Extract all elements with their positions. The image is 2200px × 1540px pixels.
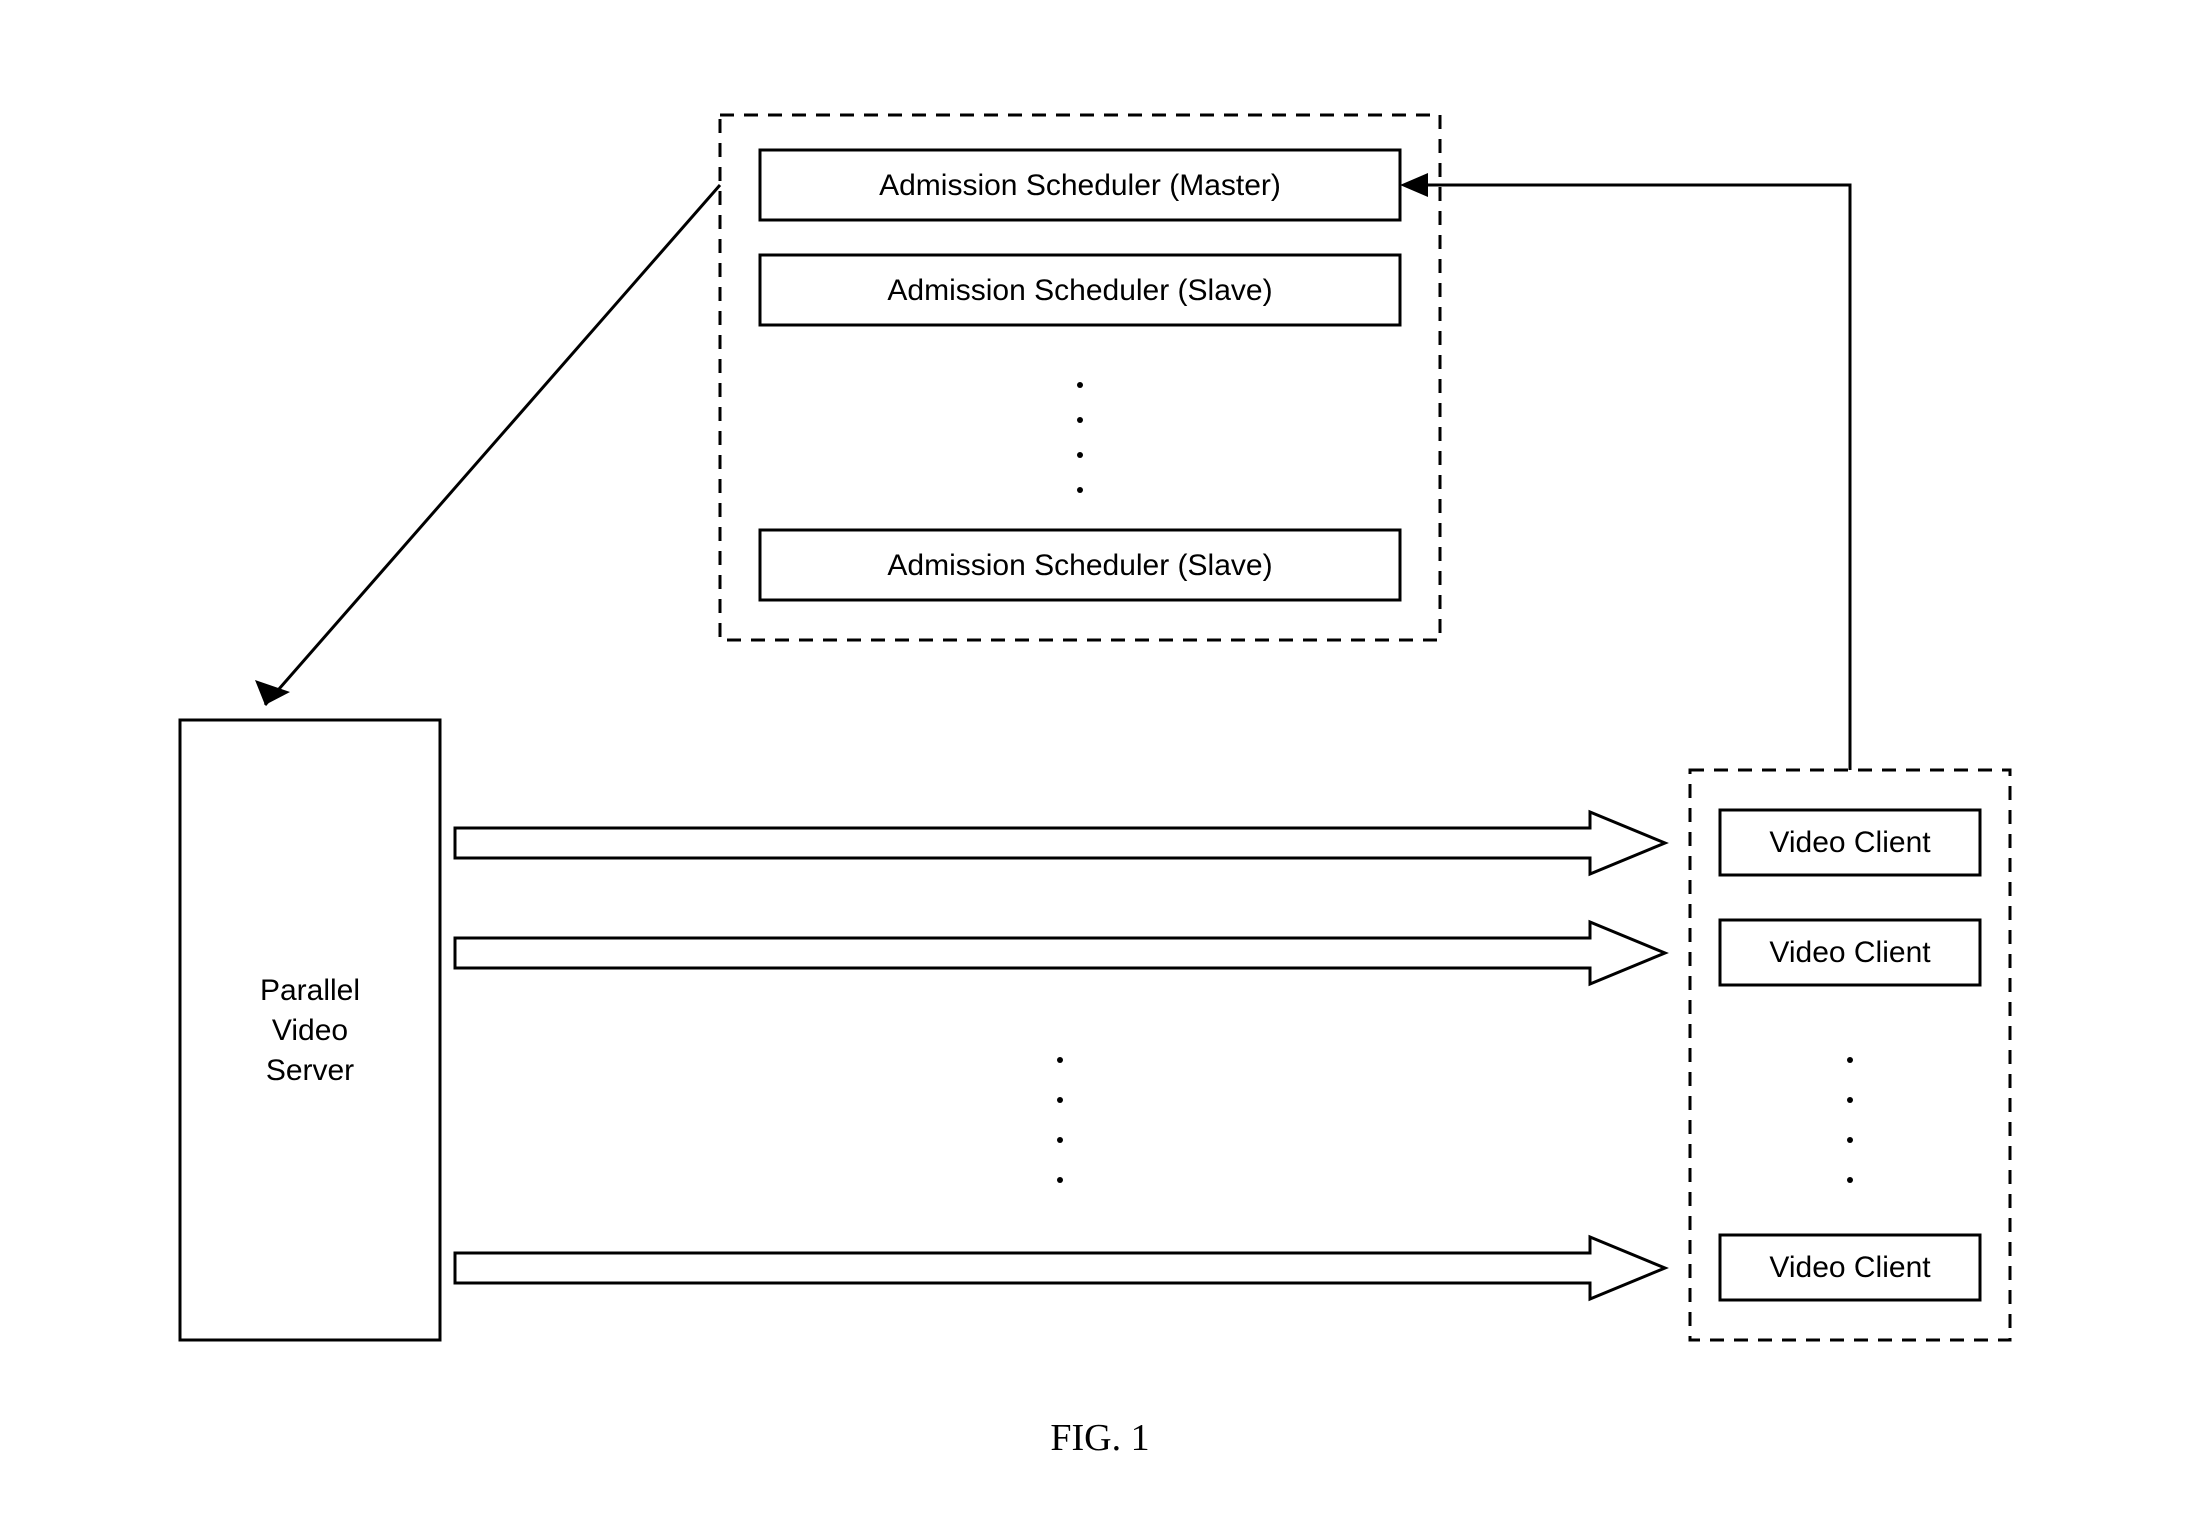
scheduler-ellipsis-dot [1077,382,1083,388]
flow-arrow-2 [455,922,1665,984]
figure-caption: FIG. 1 [1050,1417,1149,1459]
flow-ellipsis-dot [1057,1177,1063,1183]
video-client-n: Video Client [1720,1235,1980,1300]
server-label-line2: Video [272,1014,348,1047]
video-client-n-label: Video Client [1769,1251,1931,1284]
scheduler-slave-n: Admission Scheduler (Slave) [760,530,1400,600]
flow-ellipsis-dot [1057,1097,1063,1103]
video-client-1: Video Client [1720,810,1980,875]
video-client-1-label: Video Client [1769,826,1931,859]
scheduler-master: Admission Scheduler (Master) [760,150,1400,220]
scheduler-ellipsis-dot [1077,487,1083,493]
arrow-scheduler-to-server [255,185,720,705]
flow-ellipsis-dot [1057,1057,1063,1063]
scheduler-slave-1: Admission Scheduler (Slave) [760,255,1400,325]
client-ellipsis-dot [1847,1177,1853,1183]
flow-arrow-1 [455,812,1665,874]
video-client-2: Video Client [1720,920,1980,985]
scheduler-slave-n-label: Admission Scheduler (Slave) [887,549,1272,582]
parallel-video-server: Parallel Video Server [180,720,440,1340]
server-label-line1: Parallel [260,974,360,1007]
flow-ellipsis-dot [1057,1137,1063,1143]
scheduler-slave-1-label: Admission Scheduler (Slave) [887,274,1272,307]
server-label-line3: Server [266,1054,354,1087]
scheduler-ellipsis-dot [1077,452,1083,458]
scheduler-master-label: Admission Scheduler (Master) [879,169,1281,202]
client-ellipsis-dot [1847,1097,1853,1103]
arrow-clients-to-scheduler [1400,173,1850,770]
scheduler-ellipsis-dot [1077,417,1083,423]
client-ellipsis-dot [1847,1137,1853,1143]
client-ellipsis-dot [1847,1057,1853,1063]
flow-arrow-n [455,1237,1665,1299]
video-client-2-label: Video Client [1769,936,1931,969]
